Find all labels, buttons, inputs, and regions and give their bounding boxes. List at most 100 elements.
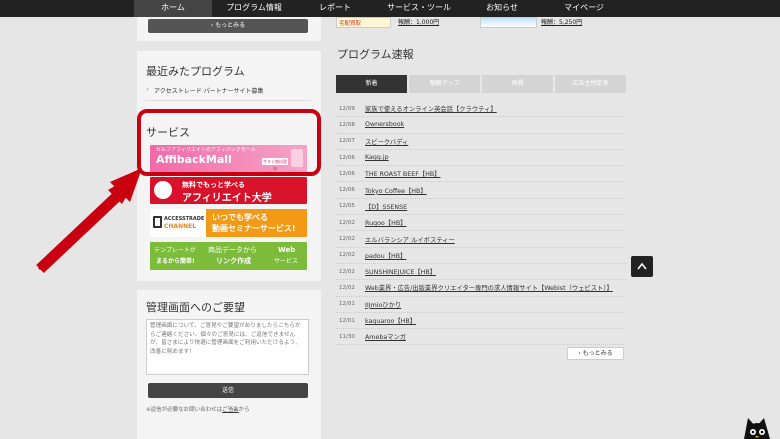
chevron-right-icon: › bbox=[578, 350, 581, 357]
news-date: 12/02 bbox=[339, 284, 355, 291]
university-line2: アフィリエイト大学 bbox=[182, 193, 272, 204]
program-news-list: 12/09 家族で使えるオンライン英会話【クラウティ】 12/08 Ownersbo… bbox=[336, 101, 626, 346]
channel-line1: いつでも学べる bbox=[212, 213, 268, 222]
news-date: 12/06 bbox=[339, 154, 355, 161]
highlight-frame bbox=[137, 109, 321, 176]
news-link[interactable]: SUNSHINEJUICE【HB】 bbox=[365, 267, 436, 276]
list-item: 12/02 SUNSHINEJUICE【HB】 bbox=[336, 264, 626, 281]
list-item: 12/07 スピークバディ bbox=[336, 134, 626, 150]
news-date: 12/01 bbox=[339, 317, 355, 324]
note-prefix: ※返信が必要なお問い合わせは bbox=[146, 407, 223, 413]
list-item: 12/01 kaguaroo【HB】 bbox=[336, 313, 626, 330]
note-suffix: から bbox=[238, 407, 250, 413]
news-link[interactable]: Amebaマンガ bbox=[365, 332, 406, 341]
news-date: 12/02 bbox=[339, 252, 355, 259]
nav-programs[interactable]: プログラム情報 bbox=[214, 0, 294, 17]
news-link[interactable]: 【D】SSENSE bbox=[365, 202, 407, 211]
news-date: 12/06 bbox=[339, 170, 355, 177]
news-date: 12/07 bbox=[339, 138, 355, 145]
feedback-textarea[interactable] bbox=[146, 319, 309, 375]
program-thumb-strip: 宅配買取 報酬：1,000円 報酬：5,250円 bbox=[333, 17, 633, 31]
featured-more-button[interactable]: › もっとみる bbox=[148, 19, 308, 33]
program-news-title: プログラム速報 bbox=[337, 48, 414, 61]
nav-reports[interactable]: レポート bbox=[296, 0, 374, 17]
recent-program-link[interactable]: アクセストレード パートナーサイト募集 bbox=[154, 86, 264, 95]
list-item: 12/06 Tokyo Coffee【HB】 bbox=[336, 182, 626, 199]
accesstrade-channel-banner[interactable]: ACCESSTRADE CHANNEL いつでも学べる 動画セミナーサービス! bbox=[150, 209, 307, 237]
news-link[interactable]: THE ROAST BEEF【HB】 bbox=[365, 169, 440, 178]
channel-brand2: CHANNEL bbox=[164, 223, 197, 230]
list-item: 12/05 【D】SSENSE bbox=[336, 199, 626, 216]
news-date: 12/08 bbox=[339, 121, 355, 128]
news-more-label: もっとみる bbox=[582, 350, 613, 357]
feedback-note: ※返信が必要なお問い合わせはご当会から bbox=[146, 405, 250, 413]
featured-panel: › もっとみる bbox=[137, 17, 321, 41]
tab-advertiser-specific[interactable]: 広告主特定表 bbox=[555, 75, 626, 93]
list-item: 12/09 家族で使えるオンライン英会話【クラウティ】 bbox=[336, 101, 626, 118]
program-price-right[interactable]: 報酬：5,250円 bbox=[541, 17, 582, 26]
feedback-title: 管理画面へのご要望 bbox=[146, 301, 245, 314]
news-link[interactable]: 家族で使えるオンライン英会話【クラウティ】 bbox=[365, 104, 497, 113]
web-tag2: サービス bbox=[274, 258, 299, 265]
channel-line2: 動画セミナーサービス! bbox=[212, 224, 296, 233]
list-item: 12/02 Rugoo【HB】 bbox=[336, 215, 626, 232]
news-link[interactable]: IIJmioひかり bbox=[365, 300, 401, 309]
web-tag: Web bbox=[278, 246, 296, 254]
list-item: 12/01 IIJmioひかり bbox=[336, 297, 626, 313]
channel-brand-box: ACCESSTRADE CHANNEL bbox=[150, 209, 206, 237]
list-item: 12/02 エルバランシア ルイボスティー bbox=[336, 231, 626, 248]
submit-button[interactable]: 送信 bbox=[148, 383, 308, 398]
cat-mascot-icon[interactable] bbox=[738, 414, 780, 439]
web-service-banner[interactable]: テンプレートが まるから簡単! 商品データから リンク作成 Web サービス bbox=[150, 242, 307, 270]
web-line2: まるから簡単! bbox=[156, 258, 195, 265]
news-link[interactable]: Tokyo Coffee【HB】 bbox=[365, 186, 427, 195]
news-date: 12/01 bbox=[339, 301, 355, 308]
top-nav: ホーム プログラム情報 レポート サービス・ツール お知らせ マイページ bbox=[0, 0, 780, 17]
tab-new[interactable]: 新着 bbox=[336, 75, 407, 93]
news-date: 12/02 bbox=[339, 219, 355, 226]
news-link[interactable]: kaguaroo【HB】 bbox=[365, 316, 416, 325]
chevron-right-icon: › bbox=[146, 85, 149, 93]
news-link[interactable]: padou【HB】 bbox=[365, 251, 406, 260]
news-link[interactable]: Web業界・広告/出版業界クリエイター専門の求人情報サイト【Webist（ウェビ… bbox=[365, 283, 613, 292]
note-link[interactable]: ご当会 bbox=[222, 407, 239, 413]
recent-title: 最近みたプログラム bbox=[146, 65, 245, 78]
program-thumb-left[interactable]: 宅配買取 bbox=[336, 17, 391, 28]
program-news-tabs: 新着 報酬アップ 再開 広告主特定表 bbox=[336, 75, 628, 93]
chevron-right-icon: › bbox=[210, 22, 214, 29]
tv-icon bbox=[153, 216, 162, 228]
red-arrow-icon bbox=[36, 168, 142, 274]
affiliate-university-banner[interactable]: 無料でもっと学べる アフィリエイト大学 bbox=[150, 177, 307, 204]
thumb-text: 宅配買取 bbox=[339, 21, 362, 27]
divider bbox=[145, 100, 311, 101]
news-date: 11/30 bbox=[339, 333, 355, 340]
university-logo-icon bbox=[152, 179, 174, 201]
list-item: 12/08 Ownersbook bbox=[336, 117, 626, 134]
program-price-left[interactable]: 報酬：1,000円 bbox=[398, 17, 439, 26]
list-item: 12/06 THE ROAST BEEF【HB】 bbox=[336, 166, 626, 183]
tab-reward-up[interactable]: 報酬アップ bbox=[409, 75, 480, 93]
nav-mypage[interactable]: マイページ bbox=[542, 0, 626, 17]
program-thumb-right[interactable] bbox=[480, 17, 537, 28]
nav-services-tools[interactable]: サービス・ツール bbox=[376, 0, 462, 17]
chevron-up-icon bbox=[637, 262, 647, 270]
list-item: 12/02 Web業界・広告/出版業界クリエイター専門の求人情報サイト【Webis… bbox=[336, 280, 626, 297]
news-link[interactable]: エルバランシア ルイボスティー bbox=[365, 235, 455, 244]
news-link[interactable]: スピークバディ bbox=[365, 137, 408, 146]
list-item: 12/06 Kagg.jp bbox=[336, 150, 626, 167]
news-date: 12/05 bbox=[339, 203, 355, 210]
news-link[interactable]: Rugoo【HB】 bbox=[365, 218, 406, 227]
tab-resumed[interactable]: 再開 bbox=[482, 75, 553, 93]
list-item: 11/30 Amebaマンガ bbox=[336, 329, 626, 346]
news-date: 12/02 bbox=[339, 236, 355, 243]
news-link[interactable]: Ownersbook bbox=[365, 121, 404, 128]
web-line4: リンク作成 bbox=[216, 257, 251, 265]
news-more-button[interactable]: › もっとみる bbox=[567, 347, 624, 360]
web-line1: テンプレートが bbox=[154, 247, 196, 254]
news-link[interactable]: Kagg.jp bbox=[365, 154, 389, 161]
featured-more-label: もっとみる bbox=[215, 22, 246, 29]
nav-news[interactable]: お知らせ bbox=[464, 0, 540, 17]
nav-home[interactable]: ホーム bbox=[134, 0, 212, 17]
list-item: 12/02 padou【HB】 bbox=[336, 248, 626, 264]
scroll-to-top-button[interactable] bbox=[631, 256, 653, 277]
